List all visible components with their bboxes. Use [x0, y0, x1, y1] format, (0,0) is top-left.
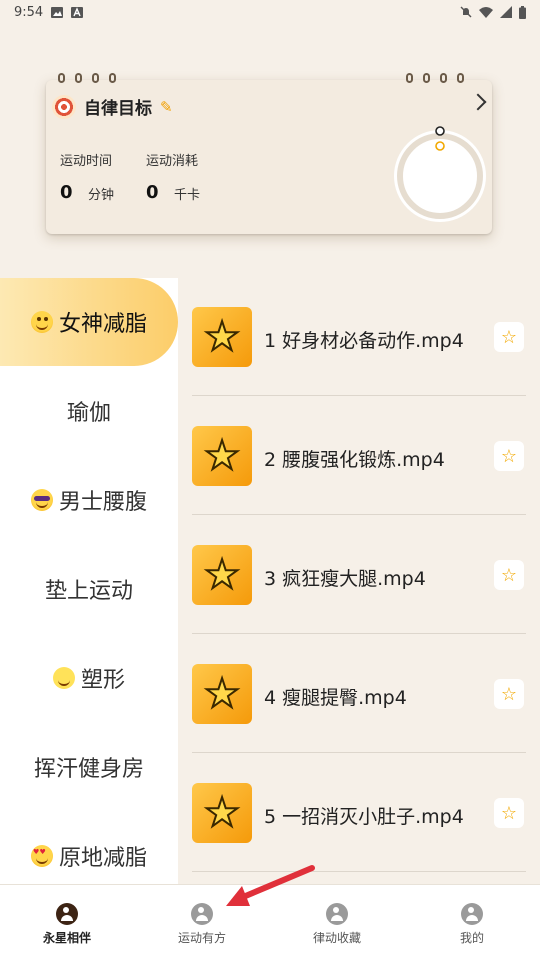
list-item[interactable]: ★ 2 腰腹强化锻炼.mp4 ☆	[192, 397, 526, 515]
exercise-calories-unit: 千卡	[174, 188, 201, 203]
exercise-calories-value: 0	[146, 182, 159, 203]
favorite-star-button[interactable]: ☆	[494, 679, 524, 709]
video-thumbnail: ★	[192, 783, 252, 843]
binder-rings-right	[406, 73, 464, 83]
progress-ring	[394, 126, 486, 222]
category-shaping[interactable]: 塑形	[0, 634, 178, 722]
status-bar: 9:54	[0, 0, 540, 24]
category-yoga[interactable]: 瑜伽	[0, 367, 178, 455]
tongue-face-emoji-icon	[30, 311, 53, 333]
dance-icon	[326, 903, 348, 925]
chick-emoji-icon	[52, 667, 75, 689]
category-label: 原地减脂	[58, 846, 147, 871]
status-time: 9:54	[14, 4, 44, 20]
category-mat-exercise[interactable]: 垫上运动	[0, 545, 178, 633]
exercise-calories-label: 运动消耗	[146, 154, 199, 169]
favorite-star-button[interactable]: ☆	[494, 560, 524, 590]
video-title: 1 好身材必备动作.mp4	[264, 330, 464, 352]
star-icon: ★	[203, 671, 241, 717]
annotation-arrow-icon	[226, 865, 315, 906]
battery-icon	[519, 5, 526, 19]
video-title: 3 疯狂瘦大腿.mp4	[264, 568, 426, 590]
list-item[interactable]: ★ 5 一招消灭小肚子.mp4 ☆	[192, 754, 526, 872]
video-title: 4 瘦腿提臀.mp4	[264, 687, 407, 709]
category-label: 瑜伽	[66, 401, 111, 426]
favorite-star-button[interactable]: ☆	[494, 441, 524, 471]
star-icon: ★	[203, 433, 241, 479]
nav-tab-companion[interactable]: 永星相伴	[17, 903, 117, 946]
a-icon	[71, 6, 84, 18]
nav-label: 运动有方	[177, 931, 226, 945]
star-icon: ★	[203, 314, 241, 360]
nav-label: 律动收藏	[312, 931, 361, 945]
mute-icon	[460, 6, 472, 18]
video-list: ★ 1 好身材必备动作.mp4 ☆ ★ 2 腰腹强化锻炼.mp4 ☆ ★ 3 疯…	[178, 278, 540, 884]
profile-icon	[461, 903, 483, 925]
video-title: 5 一招消灭小肚子.mp4	[264, 806, 464, 828]
favorite-star-button[interactable]: ☆	[494, 322, 524, 352]
video-thumbnail: ★	[192, 307, 252, 367]
category-label: 挥汗健身房	[33, 757, 144, 782]
category-label: 女神减脂	[58, 312, 147, 337]
video-title: 2 腰腹强化锻炼.mp4	[264, 449, 445, 471]
category-women-fat-loss[interactable]: 女神减脂	[0, 278, 178, 366]
nav-label: 我的	[459, 931, 484, 945]
exercise-time-unit: 分钟	[88, 188, 115, 203]
heart-eyes-face-emoji-icon	[30, 845, 53, 867]
category-sidebar: 女神减脂 瑜伽 男士腰腹 垫上运动 塑形 挥汗健身房 原地减脂	[0, 278, 178, 884]
nav-label: 永星相伴	[42, 931, 91, 945]
category-sweaty-gym[interactable]: 挥汗健身房	[0, 723, 178, 811]
sunglasses-face-emoji-icon	[30, 489, 53, 511]
list-item[interactable]: ★ 3 疯狂瘦大腿.mp4 ☆	[192, 516, 526, 634]
list-item[interactable]: ★ 4 瘦腿提臀.mp4 ☆	[192, 635, 526, 753]
runner-icon	[56, 903, 78, 925]
chevron-right-icon[interactable]	[469, 93, 487, 111]
exercise-icon	[191, 903, 213, 925]
exercise-time-label: 运动时间	[60, 154, 113, 169]
video-thumbnail: ★	[192, 426, 252, 486]
nav-tab-mine[interactable]: 我的	[422, 903, 522, 946]
goal-card[interactable]: 自律目标 ✎ 运动时间 0 分钟 运动消耗 0 千卡	[46, 73, 492, 234]
category-men-abs[interactable]: 男士腰腹	[0, 456, 178, 544]
pencil-icon[interactable]: ✎	[160, 98, 173, 116]
category-label: 垫上运动	[44, 579, 133, 604]
wifi-icon	[479, 6, 493, 18]
goal-title: 自律目标	[84, 99, 152, 119]
signal-icon	[500, 6, 512, 18]
list-item[interactable]: ★ 1 好身材必备动作.mp4 ☆	[192, 278, 526, 396]
star-icon: ★	[203, 790, 241, 836]
category-label: 男士腰腹	[58, 490, 147, 515]
binder-rings-left	[58, 73, 116, 83]
star-icon: ★	[203, 552, 241, 598]
video-thumbnail: ★	[192, 545, 252, 605]
image-icon	[51, 6, 64, 18]
exercise-time-value: 0	[60, 182, 73, 203]
goal-header: 自律目标 ✎	[52, 94, 173, 119]
video-thumbnail: ★	[192, 664, 252, 724]
category-label: 塑形	[80, 668, 125, 693]
favorite-star-button[interactable]: ☆	[494, 798, 524, 828]
target-icon	[52, 94, 76, 119]
